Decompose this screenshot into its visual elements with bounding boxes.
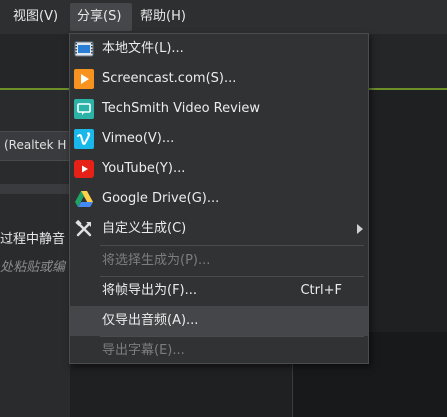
- menu-item-shortcut: Ctrl+F: [300, 283, 342, 298]
- menu-item-local-file[interactable]: 本地文件(L)...: [70, 34, 368, 64]
- paste-placeholder: 处粘贴或编: [0, 260, 66, 275]
- menu-item-custom-production[interactable]: 自定义生成(C): [70, 214, 368, 244]
- menu-item-label: YouTube(Y)...: [102, 161, 186, 176]
- menu-item-export-captions: 导出字幕(E)...: [70, 336, 368, 366]
- menu-bar: 视图(V) 分享(S) 帮助(H): [0, 0, 447, 34]
- share-menu: 本地文件(L)... Screencast.com(S)... TechSmit…: [69, 33, 369, 364]
- screencast-icon: [74, 69, 94, 89]
- menu-item-youtube[interactable]: YouTube(Y)...: [70, 154, 368, 184]
- video-review-icon: [74, 99, 94, 119]
- menu-item-label: Screencast.com(S)...: [102, 71, 237, 86]
- menu-item-export-audio[interactable]: 仅导出音频(A)...: [70, 306, 368, 336]
- vimeo-icon: [74, 129, 94, 149]
- menu-item-label: 导出字幕(E)...: [102, 343, 185, 358]
- tools-icon: [74, 219, 94, 239]
- menu-item-screencast[interactable]: Screencast.com(S)...: [70, 64, 368, 94]
- menu-item-label: 将帧导出为(F)...: [102, 283, 198, 298]
- menu-view[interactable]: 视图(V): [13, 3, 58, 31]
- youtube-icon: [74, 159, 94, 179]
- google-drive-icon: [74, 189, 94, 209]
- menu-help[interactable]: 帮助(H): [140, 3, 186, 31]
- film-icon: [74, 39, 94, 59]
- menu-item-google-drive[interactable]: Google Drive(G)...: [70, 184, 368, 214]
- menu-item-label: Google Drive(G)...: [102, 191, 220, 206]
- volume-slider[interactable]: [0, 184, 70, 194]
- menu-item-label: Vimeo(V)...: [102, 131, 175, 146]
- mute-option-label: 过程中静音: [0, 232, 66, 247]
- menu-item-label: 仅导出音频(A)...: [102, 313, 199, 328]
- menu-item-label: TechSmith Video Review: [102, 101, 261, 116]
- menu-item-label: 将选择生成为(P)...: [102, 253, 211, 268]
- menu-item-label: 自定义生成(C): [102, 221, 187, 236]
- menu-item-vimeo[interactable]: Vimeo(V)...: [70, 124, 368, 154]
- menu-item-label: 本地文件(L)...: [102, 41, 184, 56]
- menu-item-video-review[interactable]: TechSmith Video Review: [70, 94, 368, 124]
- menu-item-export-frame[interactable]: 将帧导出为(F)... Ctrl+F: [70, 276, 368, 306]
- menu-item-produce-selection: 将选择生成为(P)...: [70, 246, 368, 276]
- audio-device-value: (Realtek H: [4, 138, 67, 152]
- menu-share[interactable]: 分享(S): [70, 3, 132, 31]
- chevron-right-icon: [357, 224, 363, 234]
